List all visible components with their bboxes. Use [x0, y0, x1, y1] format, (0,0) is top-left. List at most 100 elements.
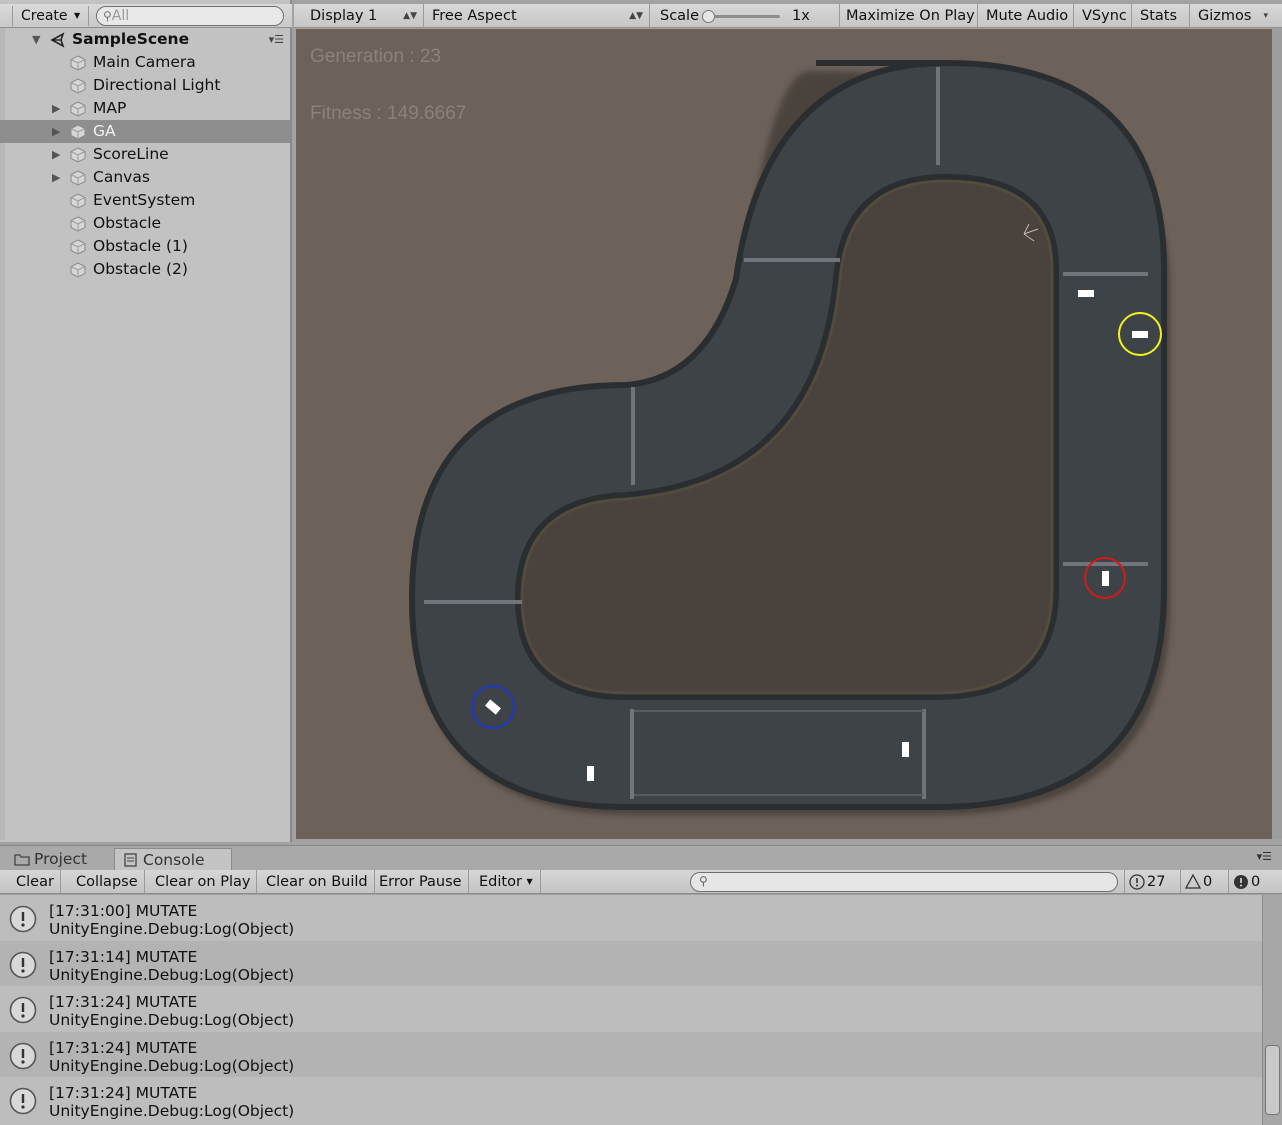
error-pause-label: Error Pause [379, 874, 462, 890]
hierarchy-item-label: Directional Light [93, 76, 221, 94]
hierarchy-item[interactable]: EventSystem [0, 189, 290, 212]
expand-right-arrow-icon[interactable]: ▶ [52, 120, 60, 143]
hierarchy-item[interactable]: ▶ MAP [0, 97, 290, 120]
warning-count: 0 [1203, 874, 1213, 890]
game-view-edge [1272, 29, 1282, 839]
tab-project-label: Project [34, 850, 88, 868]
hierarchy-search-input[interactable]: ⚲All [96, 6, 284, 26]
updown-arrows-icon: ▲▼ [629, 11, 643, 21]
log-message: [17:31:24] MUTATE [49, 1038, 198, 1057]
log-message: [17:31:24] MUTATE [49, 1084, 198, 1103]
create-button[interactable]: Create ▼ [12, 6, 90, 26]
game-toolbar: Display 1 ▲▼ Free Aspect ▲▼ Scale 1x Maxim… [294, 4, 1282, 28]
display-dropdown[interactable]: Display 1 ▲▼ [302, 4, 424, 28]
scale-slider-knob[interactable] [702, 10, 715, 23]
panel-menu-icon[interactable]: ▾☰ [1257, 850, 1272, 863]
hierarchy-panel: Create ▼ ⚲All ▼ SampleScene ▾☰ Main Came… [0, 0, 292, 842]
gameobject-cube-icon [70, 262, 86, 278]
console-scrollbar[interactable] [1262, 895, 1282, 1125]
editor-dropdown[interactable]: Editor ▼ [473, 870, 541, 894]
console-scrollbar-thumb[interactable] [1265, 1045, 1280, 1115]
log-stacktrace: UnityEngine.Debug:Log(Object) [49, 920, 295, 938]
hierarchy-item[interactable]: ▶ Canvas [0, 166, 290, 189]
hierarchy-item-label: Obstacle (2) [93, 260, 188, 278]
info-count: 27 [1147, 874, 1166, 890]
hierarchy-item[interactable]: Directional Light [0, 74, 290, 97]
unity-scene-icon [50, 32, 65, 48]
expand-right-arrow-icon[interactable]: ▶ [52, 143, 60, 166]
editor-label: Editor [479, 874, 522, 890]
hierarchy-item[interactable]: ▶ GA [0, 120, 290, 143]
gizmos-label: Gizmos [1198, 8, 1252, 24]
expand-right-arrow-icon[interactable]: ▶ [52, 97, 60, 120]
clear-button[interactable]: Clear [10, 870, 61, 894]
stats-toggle[interactable]: Stats [1132, 4, 1190, 28]
hierarchy-item[interactable]: Obstacle [0, 212, 290, 235]
collapse-toggle[interactable]: Collapse [70, 870, 145, 894]
clear-on-play-toggle[interactable]: Clear on Play [149, 870, 258, 894]
info-icon [9, 905, 37, 933]
fitness-text: Fitness : 149.6667 [310, 103, 467, 124]
log-entry[interactable]: [17:31:24] MUTATE UnityEngine.Debug:Log(O… [0, 986, 1262, 1032]
error-pause-toggle[interactable]: Error Pause [373, 870, 469, 894]
gameobject-cube-icon [70, 55, 86, 71]
hierarchy-item-label: Obstacle [93, 214, 162, 232]
log-entry[interactable]: [17:31:14] MUTATE UnityEngine.Debug:Log(O… [0, 940, 1262, 987]
scale-value: 1x [792, 8, 810, 24]
maximize-on-play-toggle[interactable]: Maximize On Play [838, 4, 978, 28]
hierarchy-item-label: EventSystem [93, 191, 196, 209]
log-entry[interactable]: [17:31:00] MUTATE UnityEngine.Debug:Log(O… [0, 895, 1262, 941]
scale-slider-track[interactable] [710, 15, 780, 18]
hierarchy-item[interactable]: Obstacle (2) [0, 258, 290, 281]
stats-label: Stats [1140, 8, 1178, 24]
console-search-input[interactable]: ⚲ [690, 872, 1118, 892]
clear-on-build-toggle[interactable]: Clear on Build [260, 870, 375, 894]
expand-right-arrow-icon[interactable]: ▶ [52, 166, 60, 189]
warning-count-toggle[interactable]: 0 [1180, 870, 1226, 894]
gameobject-cube-icon [70, 239, 86, 255]
scene-root-row[interactable]: ▼ SampleScene ▾☰ [0, 28, 290, 51]
gameobject-cube-icon [70, 193, 86, 209]
search-icon: ⚲ [699, 874, 708, 888]
tab-console[interactable]: Console [114, 848, 232, 871]
clear-label: Clear [16, 874, 54, 890]
info-icon [9, 1042, 37, 1070]
console-icon [124, 853, 137, 867]
gizmos-dropdown[interactable]: Gizmos ▾ [1190, 4, 1272, 28]
clear-on-play-label: Clear on Play [155, 874, 251, 890]
mute-audio-toggle[interactable]: Mute Audio [978, 4, 1074, 28]
caret-down-icon: ▼ [73, 11, 81, 20]
info-count-toggle[interactable]: 27 [1124, 870, 1178, 894]
gameobject-cube-icon [70, 147, 86, 163]
hierarchy-tree: ▼ SampleScene ▾☰ Main Camera Directional … [0, 28, 290, 281]
log-stacktrace: UnityEngine.Debug:Log(Object) [49, 1102, 295, 1121]
aspect-label: Free Aspect [432, 8, 517, 24]
car [587, 766, 594, 781]
maximize-label: Maximize On Play [846, 8, 975, 24]
log-entry[interactable]: [17:31:24] MUTATE UnityEngine.Debug:Log(O… [0, 1031, 1262, 1078]
hierarchy-item-label: MAP [93, 99, 127, 117]
vsync-toggle[interactable]: VSync [1074, 4, 1132, 28]
gameobject-cube-icon [70, 124, 86, 140]
hierarchy-items: Main Camera Directional Light ▶ MAP ▶ GA ▶ Scor… [0, 51, 290, 281]
vsync-label: VSync [1082, 8, 1127, 24]
hierarchy-item[interactable]: Main Camera [0, 51, 290, 74]
tab-project[interactable]: Project [6, 848, 110, 871]
error-icon [1234, 875, 1248, 889]
expand-down-arrow-icon[interactable]: ▼ [32, 28, 40, 51]
mute-label: Mute Audio [986, 8, 1069, 24]
info-icon [1129, 874, 1145, 890]
hierarchy-item[interactable]: Obstacle (1) [0, 235, 290, 258]
scene-menu-icon[interactable]: ▾☰ [269, 28, 284, 51]
hierarchy-item-label: Obstacle (1) [93, 237, 188, 255]
hierarchy-item[interactable]: ▶ ScoreLine [0, 143, 290, 166]
log-entry[interactable]: [17:31:24] MUTATE UnityEngine.Debug:Log(O… [0, 1077, 1262, 1123]
search-icon: ⚲ [103, 9, 112, 23]
error-count-toggle[interactable]: 0 [1228, 870, 1272, 894]
collapse-label: Collapse [76, 874, 138, 890]
aspect-dropdown[interactable]: Free Aspect ▲▼ [424, 4, 650, 28]
log-message: [17:31:14] MUTATE [49, 947, 198, 966]
caret-down-icon: ▾ [1263, 11, 1268, 21]
game-view[interactable]: Generation : 23 Fitness : 149.6667 [296, 29, 1272, 839]
scale-control: Scale 1x [652, 4, 840, 28]
